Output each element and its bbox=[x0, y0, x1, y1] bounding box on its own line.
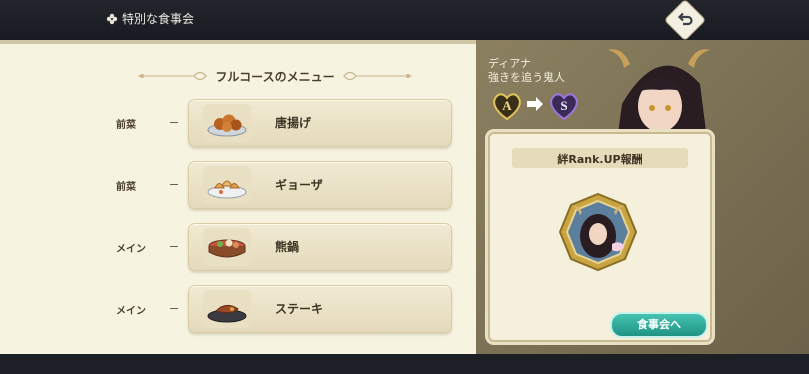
gyoza-plate-icon bbox=[207, 180, 247, 199]
rank-a-badge-icon: A bbox=[493, 93, 521, 120]
dish-name: ステーキ bbox=[275, 302, 324, 316]
title-group: 特別な食事会 bbox=[106, 10, 194, 27]
ornament-right-icon bbox=[343, 71, 412, 81]
course-dash bbox=[170, 122, 178, 123]
course-row-1: 前菜 唐揚げ bbox=[0, 99, 476, 147]
dish-name: 熊鍋 bbox=[275, 240, 300, 254]
bottom-strip bbox=[0, 354, 809, 374]
karaage-plate-icon bbox=[207, 114, 247, 137]
course-label: メイン bbox=[116, 244, 146, 255]
reward-title: 絆Rank.UP報酬 bbox=[557, 153, 643, 166]
rank-to-label: S bbox=[560, 98, 567, 113]
dish-name: ギョーザ bbox=[275, 178, 323, 192]
rank-up-arrow-icon bbox=[527, 97, 543, 111]
course-dash bbox=[170, 184, 178, 185]
menu-header: フルコースのメニュー bbox=[138, 66, 412, 86]
course-dash bbox=[170, 308, 178, 309]
page-title: 特別な食事会 bbox=[122, 12, 195, 26]
dish-card-karaage[interactable]: 唐揚げ bbox=[188, 99, 452, 147]
character-medal-icon[interactable] bbox=[558, 192, 638, 272]
reward-box: 絆Rank.UP報酬 bbox=[488, 132, 712, 342]
course-label: 前菜 bbox=[116, 120, 136, 131]
rank-from-label: A bbox=[502, 98, 512, 113]
dish-card-bear-hotpot[interactable]: 熊鍋 bbox=[188, 223, 452, 271]
rank-s-badge-icon: S bbox=[550, 93, 578, 120]
menu-panel: フルコースのメニュー 前菜 唐揚げ 前菜 ギョーザ メイン 熊鍋 メイン ステー… bbox=[0, 40, 476, 358]
course-dash bbox=[170, 246, 178, 247]
course-label: 前菜 bbox=[116, 182, 136, 193]
course-label: メイン bbox=[116, 306, 146, 317]
fleur-icon bbox=[106, 13, 118, 24]
bear-hotpot-icon bbox=[208, 239, 246, 258]
dish-name: 唐揚げ bbox=[275, 116, 312, 130]
back-button[interactable] bbox=[665, 0, 705, 40]
dish-card-steak[interactable]: ステーキ bbox=[188, 285, 452, 333]
course-row-3: メイン 熊鍋 bbox=[0, 223, 476, 271]
reward-title-bar: 絆Rank.UP報酬 bbox=[512, 148, 688, 168]
course-row-4: メイン ステーキ bbox=[0, 285, 476, 333]
go-to-meal-button[interactable]: 食事会へ bbox=[610, 312, 708, 338]
character-title: 強きを追う鬼人 bbox=[488, 71, 565, 84]
course-row-2: 前菜 ギョーザ bbox=[0, 161, 476, 209]
return-arrow-icon bbox=[677, 12, 693, 26]
steak-plate-icon bbox=[207, 305, 247, 323]
top-bar: 特別な食事会 bbox=[0, 0, 809, 40]
dish-card-gyoza[interactable]: ギョーザ bbox=[188, 161, 452, 209]
